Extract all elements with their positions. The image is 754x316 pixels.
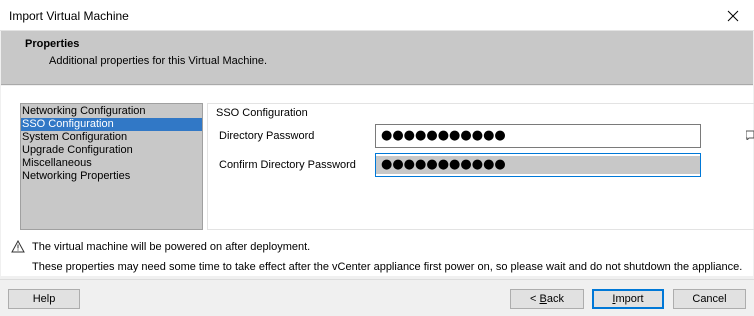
help-button[interactable]: Help [8,289,80,309]
nav-item-upgrade-configuration[interactable]: Upgrade Configuration [21,144,202,157]
power-on-notice: The virtual machine will be powered on a… [32,241,311,253]
nav-item-sso-configuration[interactable]: SSO Configuration [21,118,202,131]
footer-divider [0,279,754,280]
back-prefix: < [530,293,540,305]
nav-item-networking-properties[interactable]: Networking Properties [21,170,202,183]
close-icon [727,10,739,21]
nav-item-system-configuration[interactable]: System Configuration [21,131,202,144]
close-button[interactable] [712,0,754,31]
warning-icon [11,240,25,253]
import-button[interactable]: Import [592,289,664,309]
category-list[interactable]: Networking Configuration SSO Configurati… [20,103,203,230]
back-rest: ack [546,293,564,305]
cancel-button[interactable]: Cancel [673,289,746,309]
title-bar: Import Virtual Machine [0,0,754,31]
properties-delay-notice: These properties may need some time to t… [32,261,743,273]
back-mnemonic: B [539,293,547,305]
sso-configuration-panel: SSO Configuration Directory Password ●●●… [207,103,754,230]
header-title: Properties [25,38,80,50]
window-title: Import Virtual Machine [9,9,129,23]
confirm-password-field[interactable]: ●●●●●●●●●●● [375,153,701,177]
directory-password-label: Directory Password [219,130,315,142]
properties-header: Properties Additional properties for thi… [1,31,753,85]
nav-item-networking-configuration[interactable]: Networking Configuration [21,105,202,118]
back-button[interactable]: < Back [510,289,584,309]
import-rest: mport [615,293,644,305]
confirm-password-label: Confirm Directory Password [219,159,356,171]
group-label: SSO Configuration [216,107,308,119]
directory-password-field[interactable]: ●●●●●●●●●●● [375,124,701,148]
nav-item-miscellaneous[interactable]: Miscellaneous [21,157,202,170]
header-subtitle: Additional properties for this Virtual M… [49,55,268,67]
clipped-tooltip-icon [746,130,754,140]
